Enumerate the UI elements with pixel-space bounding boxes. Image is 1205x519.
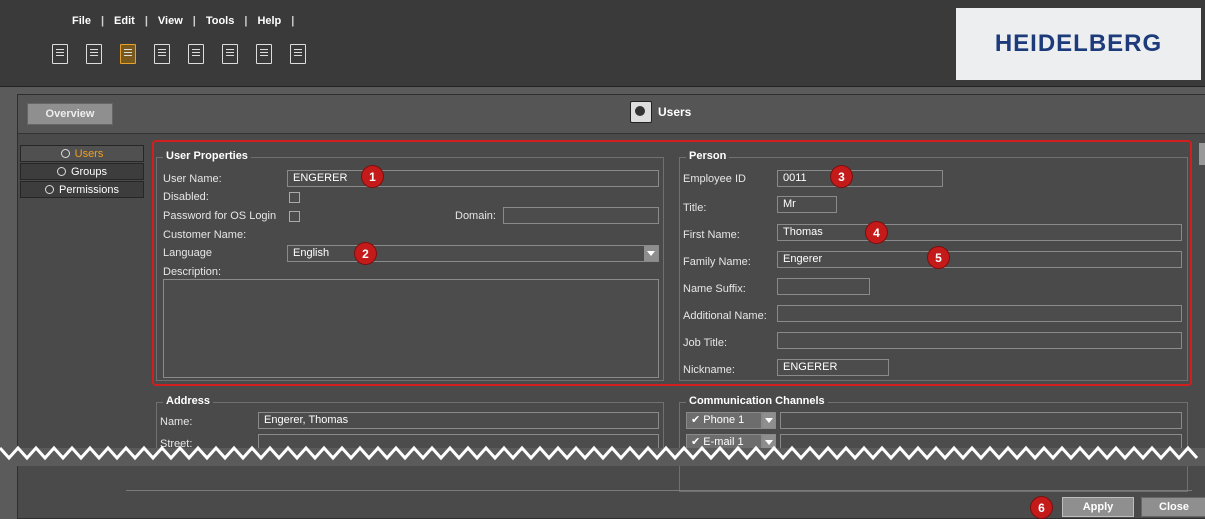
user-name-field[interactable]: ENGERER [287,170,659,187]
channel-row: ✔ Phone 1 [686,412,1182,429]
disabled-label: Disabled: [163,191,209,203]
nickname-label: Nickname: [683,364,735,376]
report-icon[interactable] [290,44,306,64]
chevron-down-icon[interactable] [644,246,658,261]
toolbar [52,44,306,64]
user-settings-icon[interactable] [120,44,136,64]
person-title: Person [686,150,730,162]
top-bar: File | Edit | View | Tools | Help | HEIDELBER… [0,0,1205,87]
job-title-label: Job Title: [683,337,728,349]
callout-3: 3 [831,166,852,187]
apply-button[interactable]: Apply [1062,497,1134,517]
brand-logo: HEIDELBERG [956,8,1201,80]
employee-id-field[interactable]: 0011 [777,170,943,187]
family-name-field[interactable]: Engerer [777,251,1182,268]
nickname-field[interactable]: ENGERER [777,359,889,376]
callout-6: 6 [1031,497,1052,518]
family-name-label: Family Name: [683,256,751,268]
communication-title: Communication Channels [686,395,828,407]
callout-1: 1 [362,166,383,187]
group-icon [56,167,66,176]
name-suffix-label: Name Suffix: [683,283,746,295]
title-field[interactable]: Mr [777,196,837,213]
close-button[interactable]: Close [1141,497,1205,517]
signature-icon[interactable] [256,44,272,64]
description-field[interactable] [163,279,659,378]
content-break-divider [0,445,1205,466]
additional-name-label: Additional Name: [683,310,767,322]
description-label: Description: [163,266,222,278]
title-label: Title: [683,202,707,214]
panel-header: Overview Users [18,95,1205,134]
panel-title-text: Users [658,105,692,119]
sidebar-item-permissions[interactable]: Permissions [20,181,144,198]
password-os-checkbox[interactable] [289,211,300,222]
users-icon [630,101,652,123]
hierarchy-icon[interactable] [154,44,170,64]
chevron-down-icon[interactable] [762,412,776,429]
sidebar: Users Groups Permissions [20,145,144,199]
overview-button[interactable]: Overview [27,103,113,125]
first-name-label: First Name: [683,229,740,241]
disabled-checkbox[interactable] [289,192,300,203]
language-label: Language [163,247,212,259]
logo-text: HEIDELBERG [994,30,1163,57]
document-icon[interactable] [52,44,68,64]
sidebar-item-groups[interactable]: Groups [20,163,144,180]
menu-view[interactable]: View [148,15,193,27]
name-suffix-field[interactable] [777,278,870,295]
user-icon [60,149,70,158]
sidebar-item-users[interactable]: Users [20,145,144,162]
export-icon[interactable] [188,44,204,64]
callout-4: 4 [866,222,887,243]
channel-value-field[interactable] [780,412,1182,429]
menu-edit[interactable]: Edit [104,15,145,27]
address-title: Address [163,395,214,407]
menu-tools[interactable]: Tools [196,15,245,27]
address-name-field[interactable]: Engerer, Thomas [258,412,659,429]
first-name-field[interactable]: Thomas [777,224,1182,241]
user-name-label: User Name: [163,173,222,185]
scrollbar[interactable] [1199,143,1205,165]
printer-icon[interactable] [222,44,238,64]
menu-file[interactable]: File [62,15,101,27]
panel-title: Users [630,101,691,123]
chart-icon[interactable] [86,44,102,64]
additional-name-field[interactable] [777,305,1182,322]
callout-2: 2 [355,243,376,264]
channel-type-select[interactable]: ✔ Phone 1 [686,412,762,429]
domain-field[interactable] [503,207,659,224]
password-os-label: Password for OS Login [163,210,277,222]
job-title-field[interactable] [777,332,1182,349]
domain-label: Domain: [455,210,496,222]
permissions-icon [45,185,55,194]
callout-5: 5 [928,247,949,268]
employee-id-label: Employee ID [683,173,746,185]
user-properties-title: User Properties [163,150,251,162]
menu-bar: File | Edit | View | Tools | Help | [62,15,294,27]
menu-help[interactable]: Help [247,15,291,27]
footer-divider [126,490,1192,491]
language-select[interactable]: English [287,245,659,262]
language-value: English [293,247,330,259]
customer-name-label: Customer Name: [163,229,247,241]
address-name-label: Name: [160,416,193,428]
